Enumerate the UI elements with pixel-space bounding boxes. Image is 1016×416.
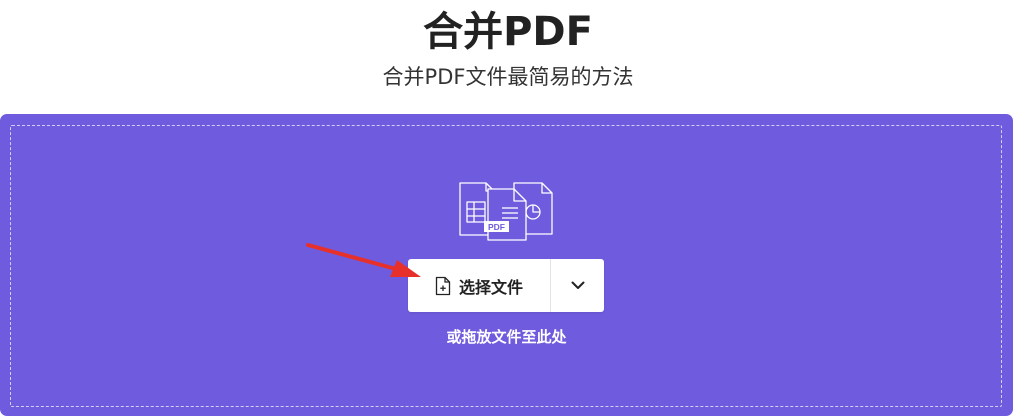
annotation-arrow	[306, 243, 421, 277]
upload-options-dropdown[interactable]	[551, 259, 604, 312]
select-file-label: 选择文件	[458, 277, 523, 297]
pdf-badge: PDF	[488, 222, 505, 232]
file-plus-icon	[435, 276, 451, 295]
stacked-files-icon: PDF	[459, 182, 553, 241]
select-file-group: 选择文件	[408, 259, 604, 312]
drag-drop-hint: 或拖放文件至此处	[446, 328, 567, 346]
chevron-down-icon	[571, 281, 584, 289]
page-title: 合并PDF	[423, 9, 593, 55]
page: 合并PDF 合并PDF文件最简易的方法 PDF 选择文件 或拖放文件至此处	[0, 0, 1016, 416]
page-subtitle: 合并PDF文件最简易的方法	[382, 65, 634, 89]
